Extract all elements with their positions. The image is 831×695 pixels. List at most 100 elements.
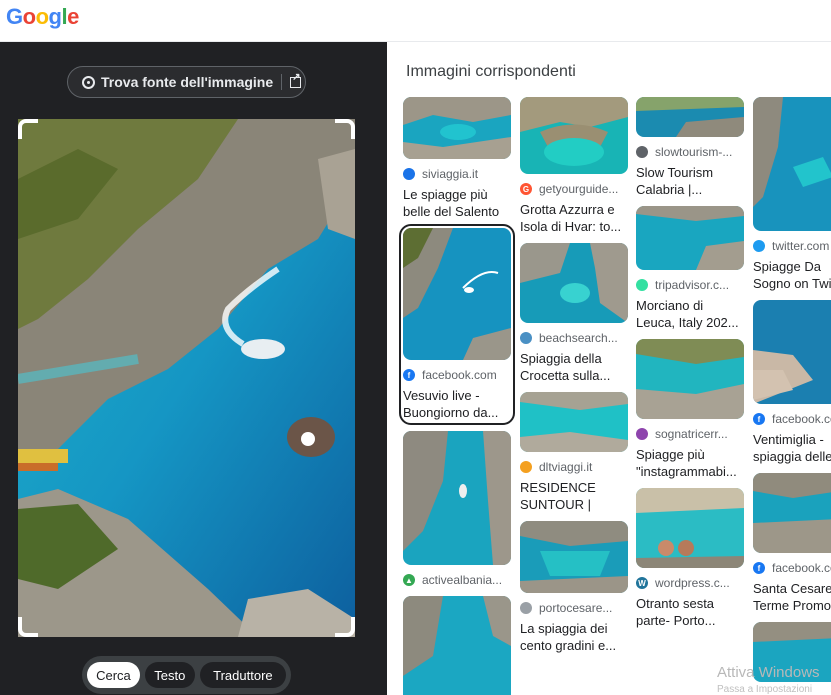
facebook-icon: f	[403, 369, 415, 381]
image-crop-area[interactable]	[18, 119, 355, 637]
results-column-1: siviaggia.it Le spiagge più belle del Sa…	[399, 97, 515, 695]
result-title: Morciano di Leuca, Italy 202...	[636, 298, 739, 330]
search-mode-tabs: Cerca Testo Traduttore	[82, 656, 291, 694]
result-title: La spiaggia dei cento gradini e...	[520, 621, 617, 653]
result-thumbnail	[403, 97, 511, 159]
result-card[interactable]	[403, 596, 511, 695]
object-marker-dot[interactable]	[301, 432, 315, 446]
result-source: dltviaggi.it	[539, 460, 593, 474]
result-source: facebook.com	[422, 368, 497, 382]
result-thumbnail	[753, 300, 831, 404]
result-card[interactable]: portocesare... La spiaggia dei cento gra…	[520, 521, 628, 654]
result-source: activealbania...	[422, 573, 503, 587]
results-pane: Immagini corrispondenti siviaggia.it Le …	[387, 42, 831, 695]
result-source: tripadvisor.c...	[655, 278, 730, 292]
dltviaggi-icon	[520, 461, 532, 473]
result-card[interactable]: Ggetyourguide... Grotta Azzurra e Isola …	[520, 97, 628, 235]
result-thumbnail	[520, 521, 628, 593]
wordpress-icon: W	[636, 577, 648, 589]
beachsearcher-icon	[520, 332, 532, 344]
crop-handle-bottom-right[interactable]	[335, 617, 355, 637]
result-thumbnail	[636, 206, 744, 270]
result-thumbnail	[636, 488, 744, 568]
result-card[interactable]: f facebook.com Ventimiglia - spiaggia del…	[753, 300, 831, 465]
tab-testo[interactable]: Testo	[144, 662, 195, 688]
results-column-3: slowtourism-... Slow Tourism Calabria |.…	[636, 97, 744, 637]
result-source: slowtourism-...	[655, 145, 733, 159]
result-title: Vesuvio live - Buongiorno da...	[403, 388, 499, 420]
result-title: Spiaggia della Crocetta sulla...	[520, 351, 611, 383]
logo-letter: e	[67, 4, 79, 29]
result-card[interactable]: beachsearch... Spiaggia della Crocetta s…	[520, 243, 628, 384]
logo-letter: o	[35, 4, 49, 29]
facebook-icon: f	[753, 413, 765, 425]
result-thumbnail	[403, 431, 511, 565]
logo-letter: g	[48, 4, 62, 29]
result-card[interactable]: siviaggia.it Le spiagge più belle del Sa…	[403, 97, 511, 220]
logo-letter: G	[6, 4, 23, 29]
result-card[interactable]: sognatricerr... Spiagge più "instagramma…	[636, 339, 744, 480]
tab-cerca[interactable]: Cerca	[87, 662, 140, 688]
result-title: Grotta Azzurra e Isola di Hvar: to...	[520, 202, 622, 234]
result-title: Otranto sesta parte- Porto...	[636, 596, 716, 628]
result-card[interactable]: f facebook.com Santa Cesarea Terme Promo.…	[753, 473, 831, 614]
lens-icon	[82, 75, 95, 89]
twitter-icon	[753, 240, 765, 252]
result-thumbnail	[403, 596, 511, 695]
result-source: portocesare...	[539, 601, 613, 615]
query-image	[18, 119, 355, 637]
globe-icon	[636, 146, 648, 158]
result-thumbnail	[403, 228, 511, 360]
result-title: Santa Cesarea Terme Promo...	[753, 581, 831, 613]
crop-handle-top-left[interactable]	[18, 119, 38, 139]
crop-handle-top-right[interactable]	[335, 119, 355, 139]
divider	[281, 74, 283, 90]
result-card[interactable]: ▲ activealbania...	[403, 431, 511, 588]
logo-letter: o	[22, 4, 36, 29]
windows-activation-watermark: Attiva Windows	[717, 664, 820, 681]
result-thumbnail	[753, 97, 831, 231]
result-source: sognatricerr...	[655, 427, 728, 441]
windows-activation-subtext: Passa a Impostazioni	[717, 684, 813, 695]
crop-handle-bottom-left[interactable]	[18, 617, 38, 637]
getyourguide-icon: G	[520, 183, 532, 195]
result-thumbnail	[753, 473, 831, 553]
sognatrice-icon	[636, 428, 648, 440]
result-card-selected[interactable]: f facebook.com Vesuvio live - Buongiorno …	[399, 224, 515, 425]
result-title: Spiagge Da Sogno on Twi...	[753, 259, 831, 291]
result-source: wordpress.c...	[655, 576, 730, 590]
result-source: siviaggia.it	[422, 167, 479, 181]
results-title: Immagini corrispondenti	[406, 63, 576, 80]
result-card[interactable]: slowtourism-... Slow Tourism Calabria |.…	[636, 97, 744, 198]
result-thumbnail	[636, 97, 744, 137]
top-header: Google	[0, 0, 831, 42]
result-card[interactable]: tripadvisor.c... Morciano di Leuca, Ital…	[636, 206, 744, 331]
result-source: facebook.com	[772, 412, 831, 426]
result-thumbnail	[520, 243, 628, 323]
results-column-2: Ggetyourguide... Grotta Azzurra e Isola …	[520, 97, 628, 662]
open-external-icon	[290, 72, 302, 88]
result-thumbnail	[636, 339, 744, 419]
result-card[interactable]: dltviaggi.it RESIDENCE SUNTOUR | Sant...	[520, 392, 628, 513]
image-preview-pane: Trova fonte dell'immagine ↗ Cerca Testo …	[0, 42, 387, 695]
result-source: getyourguide...	[539, 182, 619, 196]
results-column-4: twitter.com Spiagge Da Sogno on Twi... f…	[753, 97, 831, 690]
result-title: RESIDENCE SUNTOUR | Sant...	[520, 480, 596, 512]
result-title: Spiagge più "instagrammabi...	[636, 447, 737, 479]
google-logo[interactable]: Google	[6, 4, 79, 30]
result-source: beachsearch...	[539, 331, 618, 345]
result-thumbnail	[520, 392, 628, 452]
result-card[interactable]: Wwordpress.c... Otranto sesta parte- Por…	[636, 488, 744, 629]
result-card[interactable]: twitter.com Spiagge Da Sogno on Twi...	[753, 97, 831, 292]
tripadvisor-icon	[636, 279, 648, 291]
find-source-label: Trova fonte dell'immagine	[101, 74, 274, 90]
result-title: Le spiagge più belle del Salento	[403, 187, 500, 219]
find-image-source-button[interactable]: Trova fonte dell'immagine	[67, 66, 306, 98]
activealbania-icon: ▲	[403, 574, 415, 586]
portocesareo-icon	[520, 602, 532, 614]
result-title: Ventimiglia - spiaggia delle...	[753, 432, 831, 464]
tab-traduttore[interactable]: Traduttore	[199, 662, 286, 688]
result-source: facebook.com	[772, 561, 831, 575]
result-source: twitter.com	[772, 239, 830, 253]
siviaggia-icon	[403, 168, 415, 180]
